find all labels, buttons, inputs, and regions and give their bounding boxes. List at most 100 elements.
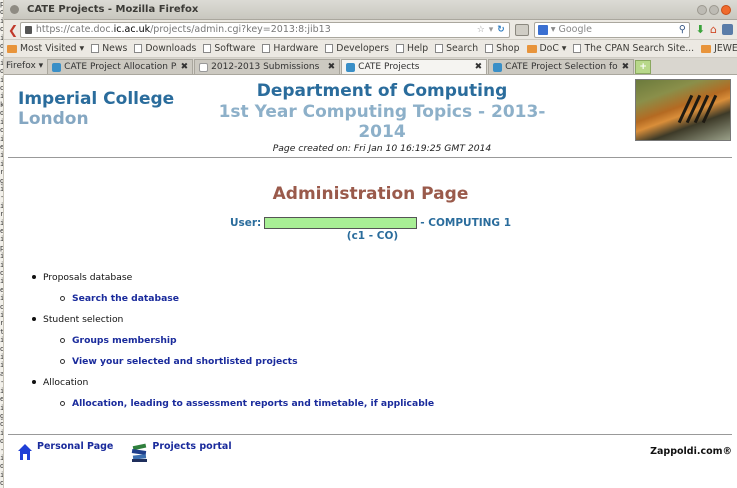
url-bar[interactable]: https://cate.doc. ic.ac.uk/projects/admin… [19, 21, 510, 38]
bookmark-item[interactable]: Help [395, 43, 428, 54]
favicon-icon [52, 62, 62, 72]
tab-close-icon[interactable]: ✖ [328, 62, 336, 72]
lock-icon [24, 25, 32, 34]
groups-membership-label[interactable]: Groups membership [72, 335, 177, 346]
url-host: ic.ac.uk [113, 24, 151, 35]
tab-label: CATE Project Selection for j... [505, 62, 618, 72]
header-divider [8, 157, 732, 158]
tab-label: CATE Project Allocation Pr... [64, 62, 177, 72]
dropdown-icon[interactable]: ▾ [489, 25, 494, 35]
list-item: Allocation [32, 376, 434, 388]
student-selection-heading: Student selection [43, 313, 124, 325]
list-item: Student selection [32, 313, 434, 325]
maximize-icon[interactable] [709, 4, 719, 15]
magnifier-icon[interactable]: ⚲ [679, 24, 686, 35]
bookmark-item[interactable]: Downloads [134, 43, 196, 54]
tab-label: CATE Projects [358, 62, 420, 72]
college-logo-text[interactable]: Imperial College London [18, 89, 174, 129]
bookmark-label: Software [214, 43, 256, 54]
star-icon[interactable]: ☆ [477, 25, 485, 35]
bookmark-icon [203, 44, 212, 53]
bookmark-item[interactable]: DoC ▾ [526, 43, 567, 54]
download-icon[interactable]: ⬇ [696, 23, 705, 36]
title-bar: CATE Projects - Mozilla Firefox [4, 0, 737, 20]
tab[interactable]: 2012-2013 Submissions ✖ [194, 59, 341, 74]
url-prefix: https://cate.doc. [35, 24, 114, 35]
books-icon[interactable] [131, 443, 148, 463]
allocation-link[interactable]: Allocation, leading to assessment report… [60, 397, 434, 409]
list-item: Proposals database [32, 271, 434, 283]
tab-label: 2012-2013 Submissions [211, 62, 320, 72]
brand-label: Zappoldi.com® [650, 446, 732, 457]
bookmark-item[interactable]: Search [435, 43, 478, 54]
home-icon[interactable]: ⌂ [710, 23, 717, 36]
bookmark-item[interactable]: Software [203, 43, 255, 54]
course-title: 1st Year Computing Topics - 2013-2014 [218, 102, 546, 142]
page-created-date: Page created on: Fri Jan 10 16:19:25 GMT… [272, 143, 492, 154]
back-button[interactable]: ❮ [8, 23, 20, 37]
bookmark-label: DoC ▾ [539, 43, 567, 54]
folder-icon [7, 44, 17, 53]
bookmark-label: JEWEL ▾ [714, 43, 737, 54]
bookmark-icon [435, 44, 444, 53]
page-title: Administration Page [272, 184, 469, 204]
bookmark-icon [262, 44, 271, 53]
bookmark-label: The CPAN Search Site... [584, 43, 695, 54]
bookmark-item[interactable]: The CPAN Search Site... [573, 43, 694, 54]
bookmark-icon [325, 44, 334, 53]
favicon-icon [199, 62, 209, 72]
tab[interactable]: CATE Projects ✖ [341, 59, 488, 74]
bookmark-icon [573, 44, 582, 53]
minimize-icon[interactable] [697, 4, 707, 15]
tab-close-icon[interactable]: ✖ [181, 62, 189, 72]
bookmark-item[interactable]: JEWEL ▾ [701, 43, 737, 54]
department-header: Department of Computing 1st Year Computi… [217, 81, 547, 154]
user-subtitle: (c1 - CO) [346, 230, 399, 242]
allocation-heading: Allocation [43, 376, 89, 388]
bookmark-item[interactable]: Shop [485, 43, 520, 54]
search-database-label[interactable]: Search the database [72, 293, 179, 304]
tab[interactable]: CATE Project Selection for j... ✖ [488, 59, 635, 74]
search-database-link[interactable]: Search the database [60, 292, 434, 304]
personal-page-link[interactable]: Personal Page [37, 441, 113, 452]
bookmark-label: Hardware [273, 43, 319, 54]
bookmark-icon [485, 44, 494, 53]
bookmark-item[interactable]: Hardware [262, 43, 318, 54]
search-engine-dropdown-icon[interactable]: ▾ [551, 24, 559, 35]
bookmark-item[interactable]: Developers [325, 43, 389, 54]
view-selected-projects-link[interactable]: View your selected and shortlisted proje… [60, 355, 434, 367]
allocation-link-label[interactable]: Allocation, leading to assessment report… [72, 398, 434, 409]
bookmark-icon [134, 44, 143, 53]
user-name-redacted [264, 217, 418, 229]
url-path: /projects/admin.cgi?key=2013:8:jib13 [150, 24, 331, 35]
college-name-line1: Imperial College [18, 89, 175, 109]
bookmark-item[interactable]: News [91, 43, 127, 54]
tab[interactable]: CATE Project Allocation Pr... ✖ [47, 59, 194, 74]
view-selected-projects-label[interactable]: View your selected and shortlisted proje… [72, 356, 298, 367]
menu-icon[interactable] [721, 24, 733, 35]
reload-icon[interactable]: ↻ [497, 25, 505, 35]
page-content: Imperial College London Department of Co… [4, 76, 737, 488]
groups-membership-link[interactable]: Groups membership [60, 334, 434, 346]
print-icon[interactable] [514, 23, 529, 36]
favicon-icon [493, 62, 503, 72]
bookmark-item[interactable]: Most Visited ▾ [7, 43, 84, 54]
admin-menu: Proposals database Search the database S… [32, 271, 434, 409]
user-label: User: [229, 217, 262, 229]
close-icon[interactable] [721, 4, 731, 15]
bookmarks-bar: Most Visited ▾ News Downloads Software Hardw… [4, 40, 737, 58]
search-input[interactable]: ▾ Google ⚲ [533, 21, 690, 38]
window-title: CATE Projects - Mozilla Firefox [27, 4, 199, 15]
new-tab-button[interactable]: + [635, 60, 652, 74]
favicon-icon [346, 62, 356, 72]
firefox-menu-button[interactable]: Firefox ▾ [6, 61, 47, 74]
projects-portal-link[interactable]: Projects portal [152, 441, 231, 452]
browser-window: CATE Projects - Mozilla Firefox ❮ https:… [4, 0, 737, 488]
home-page-icon[interactable] [17, 443, 33, 461]
user-class: - COMPUTING 1 [420, 217, 512, 229]
tab-close-icon[interactable]: ✖ [475, 62, 483, 72]
tab-close-icon[interactable]: ✖ [622, 62, 630, 72]
proposals-heading: Proposals database [43, 271, 133, 283]
firefox-icon [10, 5, 19, 14]
bookmark-label: Downloads [145, 43, 197, 54]
